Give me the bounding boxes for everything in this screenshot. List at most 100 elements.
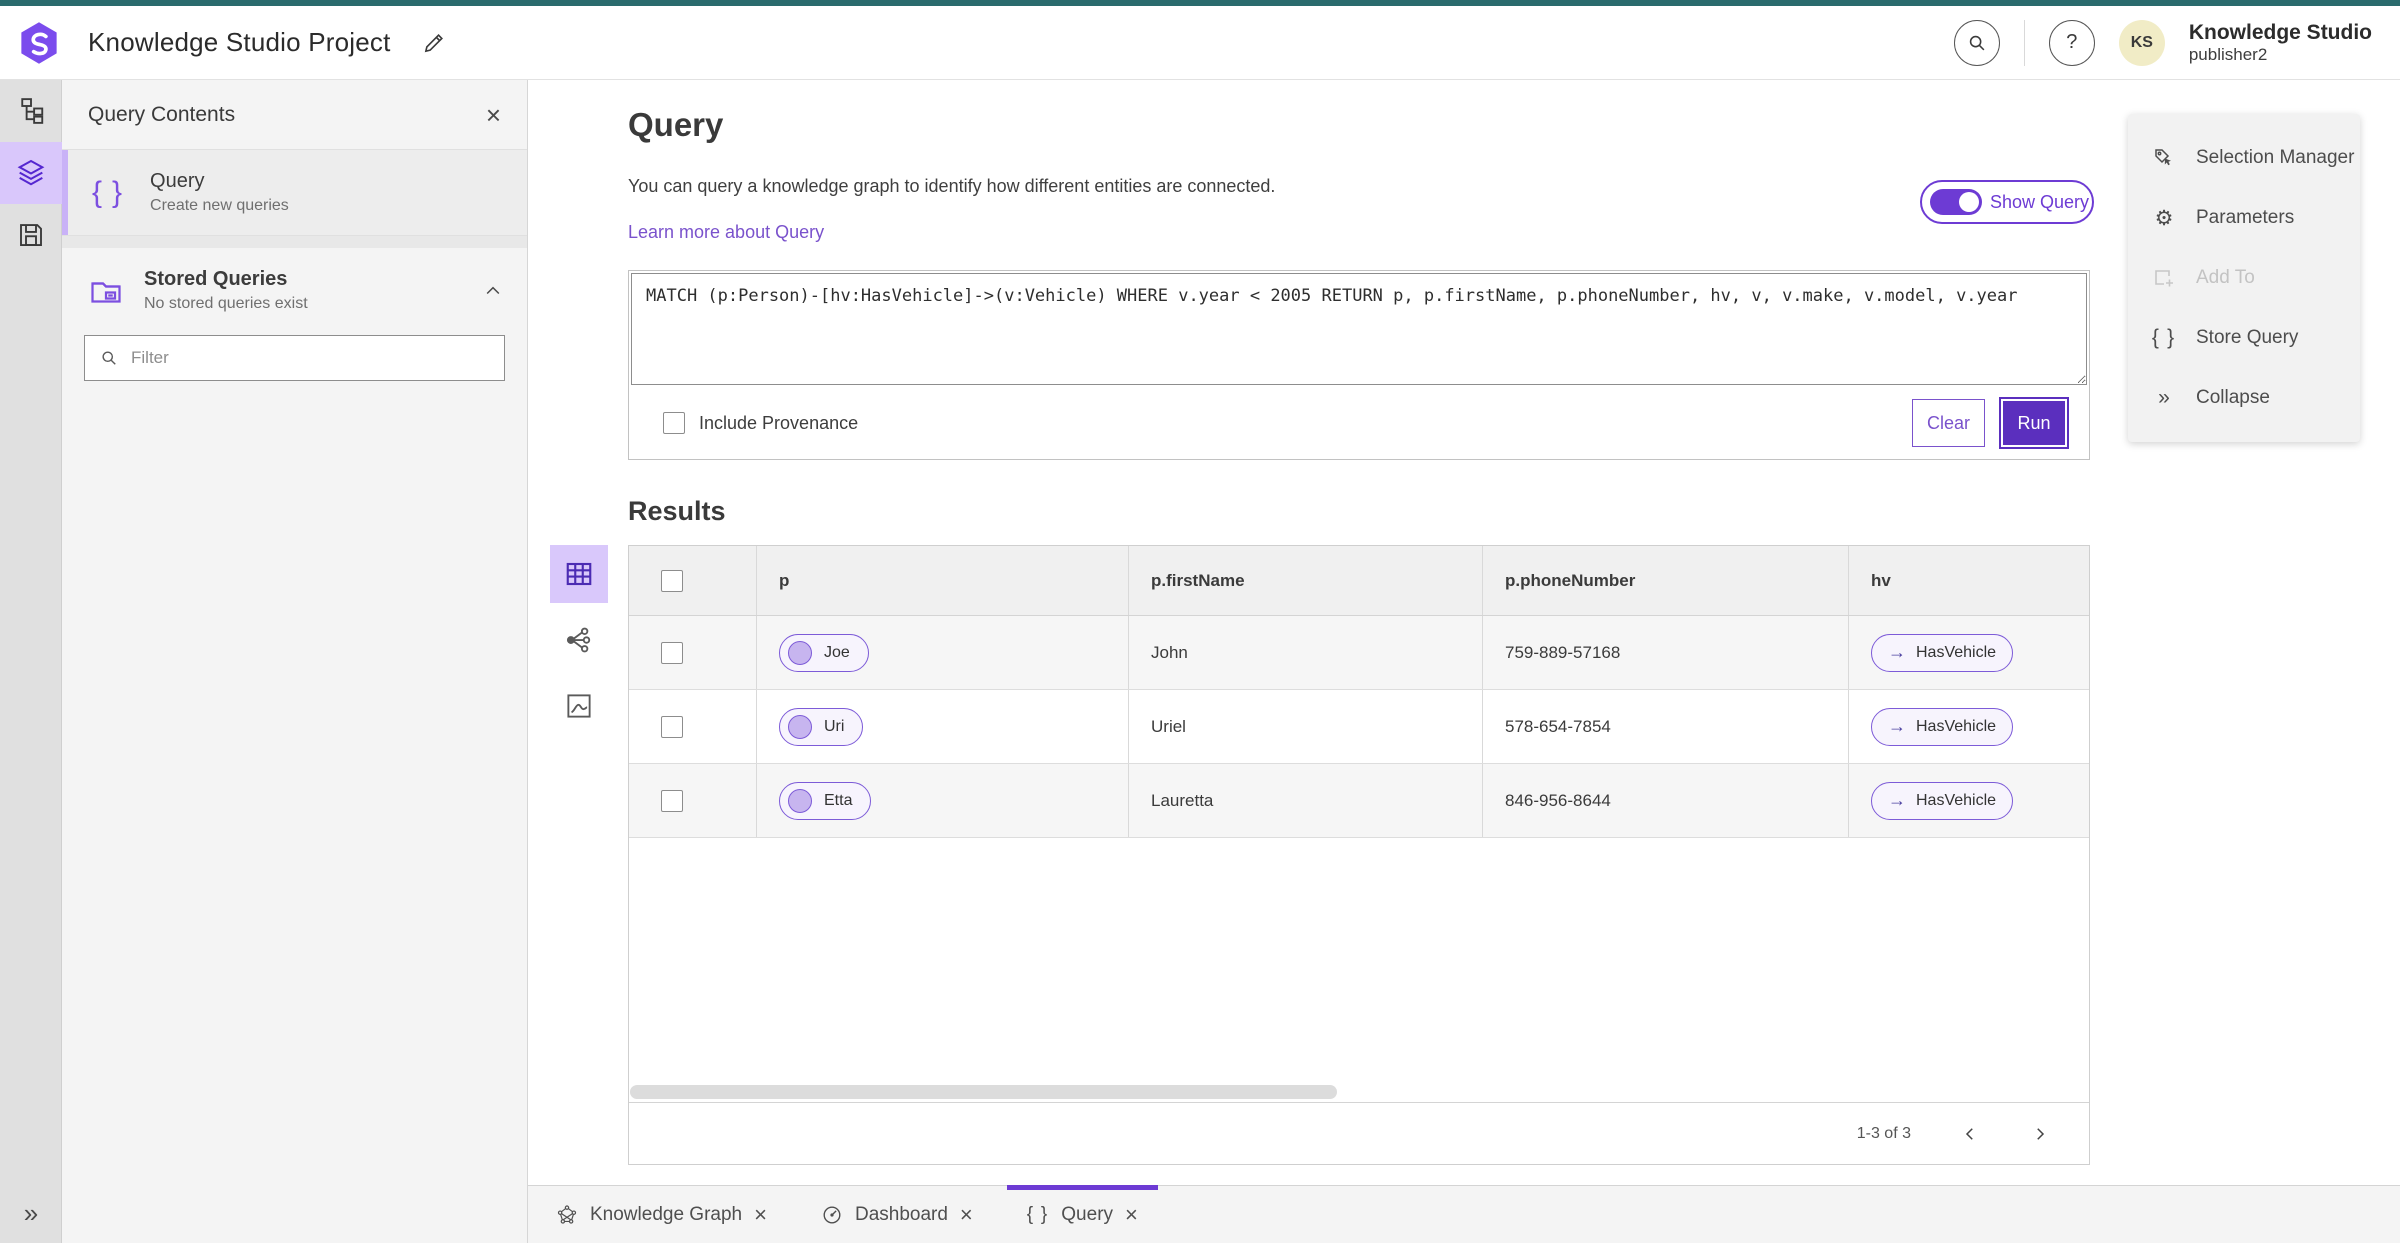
include-provenance-checkbox[interactable] (663, 412, 685, 434)
node-pill[interactable]: Uri (779, 707, 864, 746)
tab-query[interactable]: { } Query × (1006, 1185, 1158, 1243)
query-editor[interactable]: MATCH (p:Person)-[hv:HasVehicle]->(v:Veh… (631, 273, 2087, 385)
sidebar-item-query[interactable]: { } Query Create new queries (62, 150, 527, 236)
edge-label: HasVehicle (1916, 717, 1997, 735)
arrow-right-icon: → (1888, 716, 1906, 736)
layers-icon (17, 159, 45, 186)
chart-view-icon (567, 694, 591, 718)
page-title: Query (628, 106, 724, 143)
query-actions-row: Include Provenance Clear Run (629, 387, 2089, 459)
search-icon (102, 351, 116, 365)
node-pill[interactable]: Joe (779, 633, 869, 672)
braces-icon: { } (1026, 1203, 1050, 1225)
row-checkbox[interactable] (661, 715, 683, 738)
selection-manager-icon (2150, 146, 2178, 170)
hierarchy-icon (21, 98, 44, 124)
node-label: Joe (824, 643, 850, 661)
product-name: Knowledge Studio (2188, 20, 2372, 44)
column-header-p[interactable]: p (757, 546, 1129, 615)
close-icon[interactable]: × (754, 1203, 767, 1226)
selection-manager-label: Selection Manager (2196, 147, 2355, 168)
graph-view-button[interactable] (550, 611, 608, 669)
close-icon[interactable]: × (960, 1203, 973, 1226)
stored-queries-title: Stored Queries (144, 268, 288, 290)
parameters-button[interactable]: ⚙ Parameters (2128, 188, 2360, 248)
selection-manager-button[interactable]: Selection Manager (2128, 128, 2360, 188)
collapse-label: Collapse (2196, 387, 2270, 408)
node-pill[interactable]: Etta (779, 781, 872, 820)
show-query-toggle[interactable]: Show Query (1920, 180, 2094, 224)
close-icon[interactable]: × (1125, 1203, 1138, 1226)
query-item-subtitle: Create new queries (150, 197, 289, 214)
add-to-label: Add To (2196, 267, 2255, 288)
table-footer: 1-3 of 3 (629, 1102, 2089, 1164)
column-header-hv[interactable]: hv (1849, 546, 2089, 615)
next-page-button[interactable] (2025, 1119, 2055, 1149)
rail-item-layers[interactable] (0, 142, 62, 204)
learn-more-link[interactable]: Learn more about Query (628, 222, 824, 243)
avatar[interactable]: KS (2118, 19, 2165, 66)
horizontal-scrollbar[interactable] (630, 1084, 2088, 1100)
double-chevron-right-icon: » (2158, 386, 2170, 409)
filter-input[interactable] (131, 348, 490, 368)
chevron-left-icon (1965, 1127, 1973, 1140)
scrollbar-thumb[interactable] (630, 1085, 1337, 1099)
tab-label: Dashboard (854, 1203, 948, 1225)
table-empty-area (629, 838, 2089, 1084)
edge-pill[interactable]: → HasVehicle (1871, 707, 2014, 746)
cell-first-name: Uriel (1129, 690, 1483, 763)
query-tools-panel: Selection Manager ⚙ Parameters Add To { … (2128, 114, 2360, 442)
help-button[interactable]: ? (2048, 19, 2095, 66)
project-title: Knowledge Studio Project (88, 27, 391, 57)
user-name: publisher2 (2188, 44, 2268, 64)
knowledge-graph-icon (557, 1204, 577, 1224)
edge-pill[interactable]: → HasVehicle (1871, 781, 2014, 820)
left-rail: » (0, 80, 62, 1243)
expand-panel-button[interactable]: » (0, 1191, 62, 1235)
edge-label: HasVehicle (1916, 643, 1997, 661)
query-card: MATCH (p:Person)-[hv:HasVehicle]->(v:Veh… (628, 270, 2090, 460)
show-query-label: Show Query (1990, 191, 2090, 212)
parameters-label: Parameters (2196, 207, 2295, 228)
collapse-button[interactable]: » Collapse (2128, 368, 2360, 428)
cell-first-name: John (1129, 616, 1483, 689)
results-title: Results (628, 496, 726, 526)
previous-page-button[interactable] (1955, 1119, 1985, 1149)
rail-item-save[interactable] (0, 204, 62, 266)
add-to-icon (2150, 266, 2178, 290)
cell-phone-number: 578-654-7854 (1483, 690, 1849, 763)
run-button[interactable]: Run (1999, 397, 2069, 449)
search-button[interactable] (1953, 19, 2000, 66)
toggle-switch-on[interactable] (1930, 189, 1982, 215)
braces-icon: { } (92, 175, 125, 209)
double-chevron-right-icon: » (23, 1197, 39, 1228)
add-to-button[interactable]: Add To (2128, 248, 2360, 308)
tab-dashboard[interactable]: Dashboard × (801, 1186, 993, 1243)
braces-icon: { } (2151, 326, 2177, 349)
rail-item-hierarchy[interactable] (0, 80, 62, 142)
row-checkbox[interactable] (661, 789, 683, 812)
bottom-tab-bar: Knowledge Graph × Dashboard × { } Query … (528, 1185, 2400, 1243)
stored-queries-subtitle: No stored queries exist (144, 295, 308, 312)
tab-label: Knowledge Graph (590, 1203, 743, 1225)
tab-knowledge-graph[interactable]: Knowledge Graph × (536, 1186, 787, 1243)
clear-button[interactable]: Clear (1911, 399, 1985, 447)
chart-view-button[interactable] (550, 677, 608, 735)
column-header-firstname[interactable]: p.firstName (1129, 546, 1483, 615)
node-icon (788, 640, 812, 665)
table-view-button[interactable] (550, 545, 608, 603)
edit-pencil-icon[interactable] (419, 28, 449, 58)
close-icon[interactable]: × (486, 102, 501, 128)
chevron-up-icon[interactable] (483, 281, 503, 301)
stored-queries-section[interactable]: Stored Queries No stored queries exist (62, 248, 527, 329)
table-row: Joe John 759-889-57168 → HasVehicle (629, 616, 2089, 690)
column-header-phonenumber[interactable]: p.phoneNumber (1483, 546, 1849, 615)
sidebar-query-contents: Query Contents × { } Query Create new qu… (62, 80, 528, 1243)
stored-queries-folder-icon (91, 281, 121, 303)
edge-pill[interactable]: → HasVehicle (1871, 633, 2014, 672)
edge-label: HasVehicle (1916, 791, 1997, 809)
row-checkbox[interactable] (661, 641, 683, 664)
select-all-checkbox[interactable] (661, 569, 683, 592)
save-icon (20, 224, 42, 246)
store-query-button[interactable]: { } Store Query (2128, 308, 2360, 368)
